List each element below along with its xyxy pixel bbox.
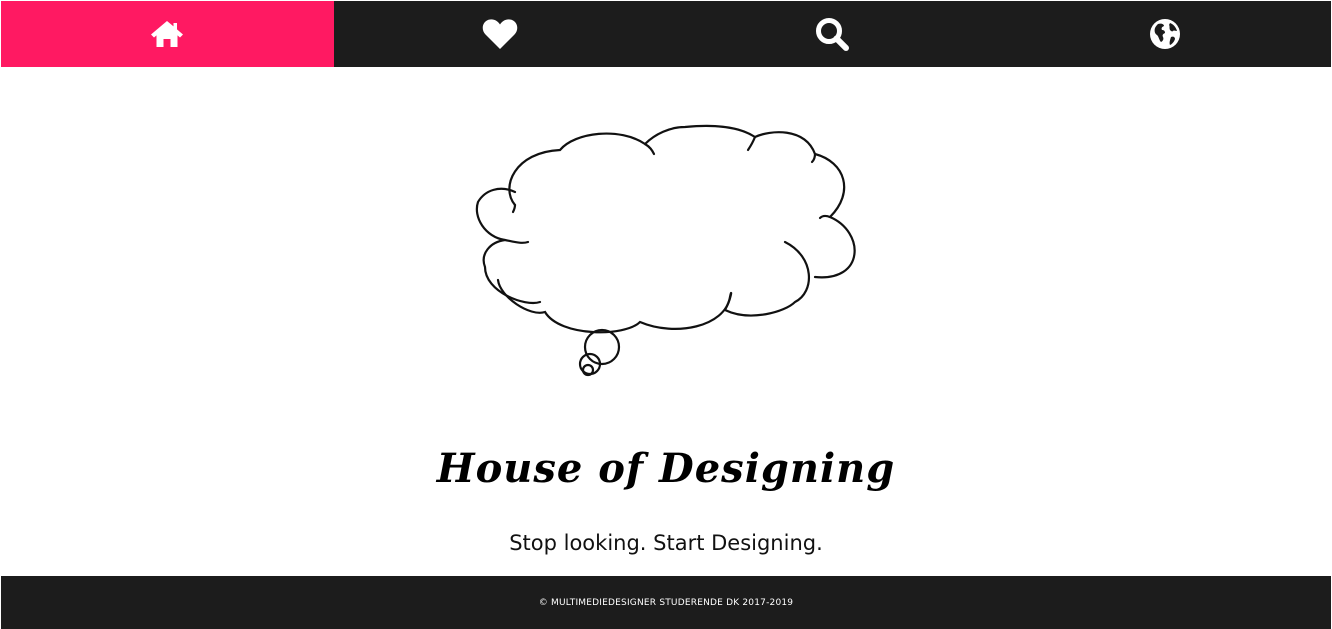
site-title: House of Designing: [436, 444, 896, 492]
globe-icon: [1149, 18, 1181, 50]
thought-cloud-icon: [470, 122, 865, 382]
search-icon: [815, 17, 850, 51]
hero-section: House of Designing Stop looking. Start D…: [0, 67, 1332, 576]
nav-item-world[interactable]: [999, 1, 1332, 67]
footer: © MULTIMEDIEDESIGNER STUDERENDE DK 2017-…: [1, 576, 1331, 629]
nav-item-favorites[interactable]: [334, 1, 667, 67]
heart-icon: [482, 18, 518, 50]
top-navbar: [1, 1, 1331, 67]
nav-item-home[interactable]: [1, 1, 334, 67]
footer-copyright: © MULTIMEDIEDESIGNER STUDERENDE DK 2017-…: [538, 597, 794, 608]
page: House of Designing Stop looking. Start D…: [0, 0, 1332, 629]
nav-item-search[interactable]: [666, 1, 999, 67]
tagline: Stop looking. Start Designing.: [509, 531, 823, 555]
home-icon: [150, 20, 184, 48]
